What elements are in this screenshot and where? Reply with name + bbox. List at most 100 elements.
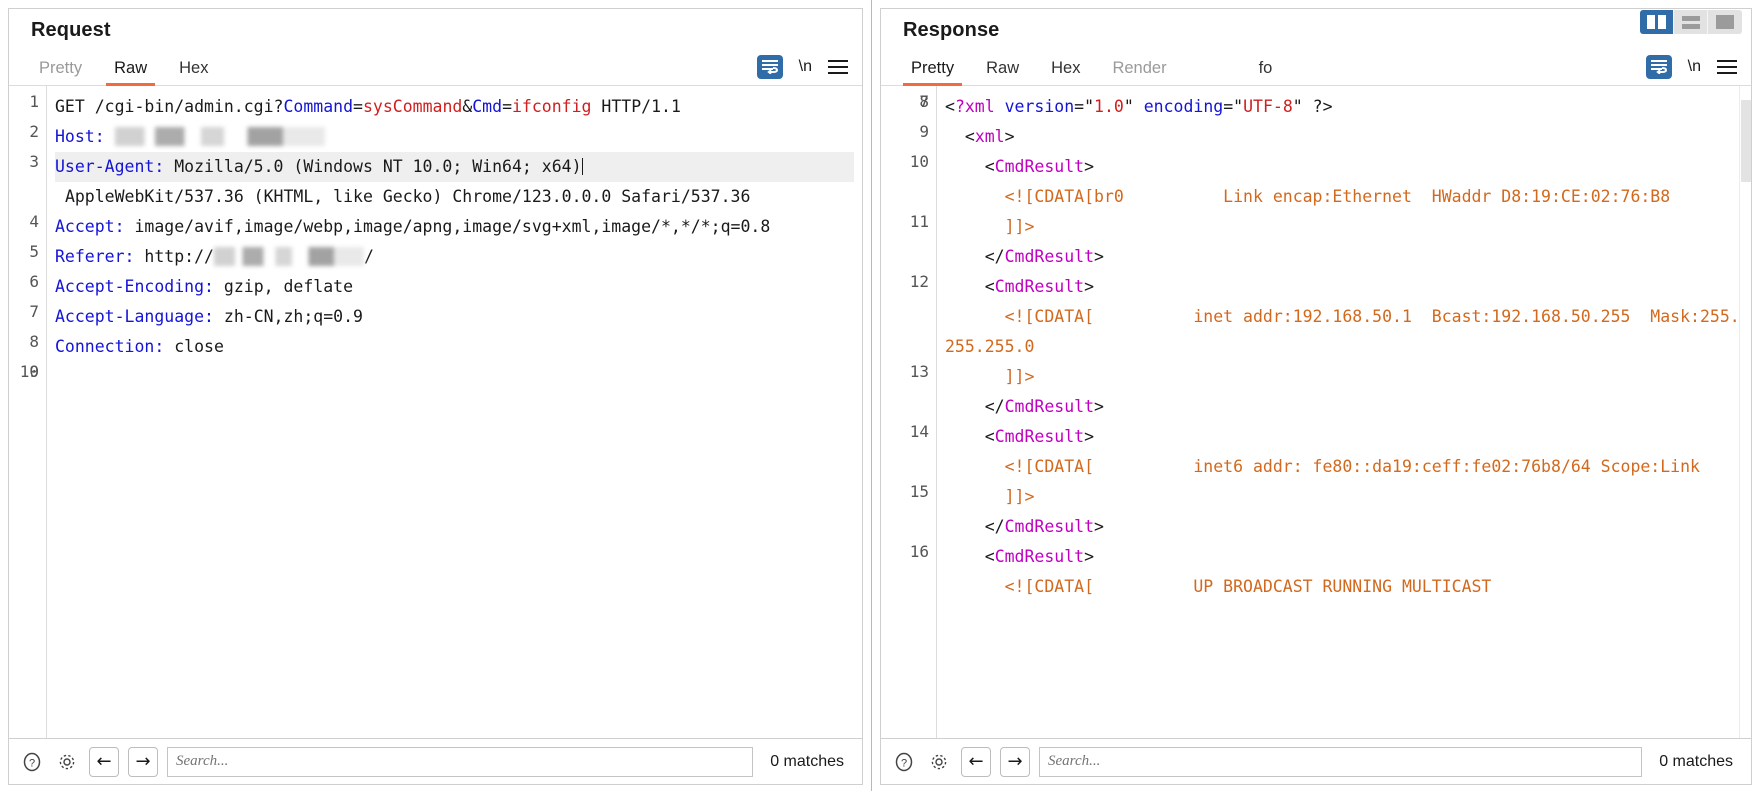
layout-vertical-split-button[interactable] bbox=[1640, 10, 1674, 34]
code-token: < bbox=[945, 97, 955, 116]
code-line: Accept-Language: zh-CN,zh;q=0.9 bbox=[55, 302, 854, 332]
response-menu-icon[interactable] bbox=[1717, 60, 1737, 74]
code-line: Host: bbox=[55, 122, 854, 152]
search-next-button-request[interactable]: → bbox=[128, 746, 158, 777]
tab-response-hex[interactable]: Hex bbox=[1035, 59, 1096, 86]
code-line: </CmdResult> bbox=[945, 512, 1743, 542]
code-token: 1.0 bbox=[1094, 97, 1124, 116]
help-icon-response[interactable]: ? bbox=[891, 749, 917, 775]
line-number: 3 bbox=[29, 152, 39, 172]
search-prev-button-request[interactable]: ← bbox=[89, 746, 119, 777]
redacted-value bbox=[114, 127, 325, 147]
svg-text:?: ? bbox=[29, 757, 35, 769]
tab-request-pretty[interactable]: Pretty bbox=[23, 59, 98, 86]
code-token: </ bbox=[945, 247, 1005, 267]
request-menu-icon[interactable] bbox=[828, 60, 848, 74]
code-token: =" bbox=[1223, 97, 1244, 116]
line-number bbox=[881, 182, 936, 212]
code-token: sysCommand bbox=[362, 97, 463, 116]
code-token: > bbox=[1094, 517, 1104, 537]
code-token: gzip, deflate bbox=[213, 277, 354, 297]
code-token: AppleWebKit/537.36 (KHTML, like Gecko) C… bbox=[55, 187, 751, 207]
code-token: version bbox=[1004, 97, 1075, 116]
word-wrap-toggle-request[interactable] bbox=[756, 55, 783, 79]
code-token: xml bbox=[974, 127, 1005, 147]
code-line: </CmdResult> bbox=[945, 392, 1743, 422]
tab-response-pretty[interactable]: Pretty bbox=[895, 59, 970, 86]
layout-mode-buttons bbox=[1640, 10, 1742, 34]
search-input-request[interactable] bbox=[167, 746, 754, 777]
code-token: < bbox=[945, 157, 995, 177]
code-line: ]]> bbox=[945, 482, 1743, 512]
request-code-text[interactable]: GET /cgi-bin/admin.cgi?Command=sysComman… bbox=[47, 86, 862, 738]
code-token: http:// bbox=[134, 247, 214, 267]
line-number: 11 bbox=[909, 212, 929, 232]
code-line: Accept-Encoding: gzip, deflate bbox=[55, 272, 854, 302]
code-token: Accept-Language: bbox=[55, 307, 214, 327]
line-number: 5 bbox=[29, 242, 39, 262]
request-header: Request Pretty Raw Hex \n bbox=[9, 9, 862, 86]
code-token: ]]> bbox=[945, 487, 1035, 507]
layout-horizontal-split-button[interactable] bbox=[1674, 10, 1708, 34]
code-token: ifconfig bbox=[512, 97, 592, 116]
line-number: 9 bbox=[919, 122, 929, 142]
request-code-area[interactable]: 1 2 3 4 5 6 7 8 9 10 GET /cgi-bin/admin.cgi?Comma… bbox=[9, 86, 862, 738]
layout-single-pane-button[interactable] bbox=[1708, 10, 1742, 34]
request-tab-row: Pretty Raw Hex \n bbox=[9, 52, 862, 86]
code-token: & bbox=[462, 97, 473, 116]
tab-request-hex[interactable]: Hex bbox=[163, 59, 224, 86]
code-token: <![CDATA[ UP BROADCAST RUNNING MULTICAST bbox=[945, 577, 1492, 597]
request-panel: Request Pretty Raw Hex \n 1 2 3 4 5 6 7 … bbox=[0, 0, 872, 791]
code-line: </CmdResult> bbox=[945, 242, 1743, 272]
code-token: zh-CN,zh;q=0.9 bbox=[213, 307, 363, 327]
tab-response-fo[interactable]: fo bbox=[1243, 59, 1289, 86]
code-token: User-Agent: bbox=[55, 157, 165, 177]
code-token: <![CDATA[ inet addr:192.168.50.1 Bcast:1… bbox=[945, 307, 1740, 357]
word-wrap-toggle-response[interactable] bbox=[1645, 55, 1672, 79]
line-number bbox=[9, 182, 46, 212]
newline-toggle-request[interactable]: \n bbox=[799, 58, 812, 76]
code-token: ]]> bbox=[945, 367, 1035, 387]
code-line: <CmdResult> bbox=[945, 422, 1743, 452]
code-token: close bbox=[164, 337, 224, 357]
response-panel-inner: Response Pretty Raw Hex Render fo \n 7 8… bbox=[880, 8, 1752, 785]
tab-response-render[interactable]: Render bbox=[1096, 59, 1182, 86]
help-icon-request[interactable]: ? bbox=[19, 749, 45, 775]
code-line: <![CDATA[br0 Link encap:Ethernet HWaddr … bbox=[945, 182, 1743, 212]
response-vertical-scrollbar[interactable] bbox=[1739, 86, 1751, 738]
line-number: 16 bbox=[909, 542, 929, 562]
code-token: Mozilla/5.0 (Windows NT 10.0; Win64; x64… bbox=[164, 157, 582, 177]
code-line: Referer: http:// / bbox=[55, 242, 854, 272]
code-token: > bbox=[1094, 247, 1104, 267]
code-line: ]]> bbox=[945, 362, 1743, 392]
newline-toggle-response[interactable]: \n bbox=[1688, 58, 1701, 76]
gear-icon-response[interactable] bbox=[926, 749, 952, 775]
tab-response-raw[interactable]: Raw bbox=[970, 59, 1035, 86]
response-code-area[interactable]: 7 8 9 10 11 12 13 14 15 16 <?xml version="1.0" en… bbox=[881, 86, 1751, 738]
response-line-number-gutter: 7 8 9 10 11 12 13 14 15 16 bbox=[881, 86, 937, 738]
response-panel: Response Pretty Raw Hex Render fo \n 7 8… bbox=[872, 0, 1760, 791]
search-prev-button-response[interactable]: ← bbox=[961, 746, 991, 777]
code-line: <CmdResult> bbox=[945, 542, 1743, 572]
code-line: <![CDATA[ inet addr:192.168.50.1 Bcast:1… bbox=[945, 302, 1743, 362]
search-next-button-response[interactable]: → bbox=[1000, 746, 1030, 777]
tab-request-raw[interactable]: Raw bbox=[98, 59, 163, 86]
code-token: =" bbox=[1074, 97, 1095, 116]
code-line: <CmdResult> bbox=[945, 152, 1743, 182]
response-scroll-thumb[interactable] bbox=[1741, 100, 1751, 182]
code-line: AppleWebKit/537.36 (KHTML, like Gecko) C… bbox=[55, 182, 854, 212]
code-token: UTF-8 bbox=[1243, 97, 1293, 116]
search-input-response[interactable] bbox=[1039, 746, 1643, 777]
code-token: / bbox=[363, 247, 374, 267]
code-token: CmdResult bbox=[994, 427, 1085, 447]
code-line: GET /cgi-bin/admin.cgi?Command=sysComman… bbox=[55, 92, 854, 122]
response-code-text[interactable]: <?xml version="1.0" encoding="UTF-8" ?> … bbox=[937, 86, 1751, 738]
line-number bbox=[881, 242, 936, 272]
line-number: 13 bbox=[909, 362, 929, 382]
code-token: </ bbox=[945, 517, 1005, 537]
code-token: = bbox=[353, 97, 363, 116]
line-number: 1 bbox=[29, 92, 39, 111]
code-line: <?xml version="1.0" encoding="UTF-8" ?> bbox=[945, 92, 1743, 122]
line-number: 2 bbox=[29, 122, 39, 142]
gear-icon-request[interactable] bbox=[54, 749, 80, 775]
